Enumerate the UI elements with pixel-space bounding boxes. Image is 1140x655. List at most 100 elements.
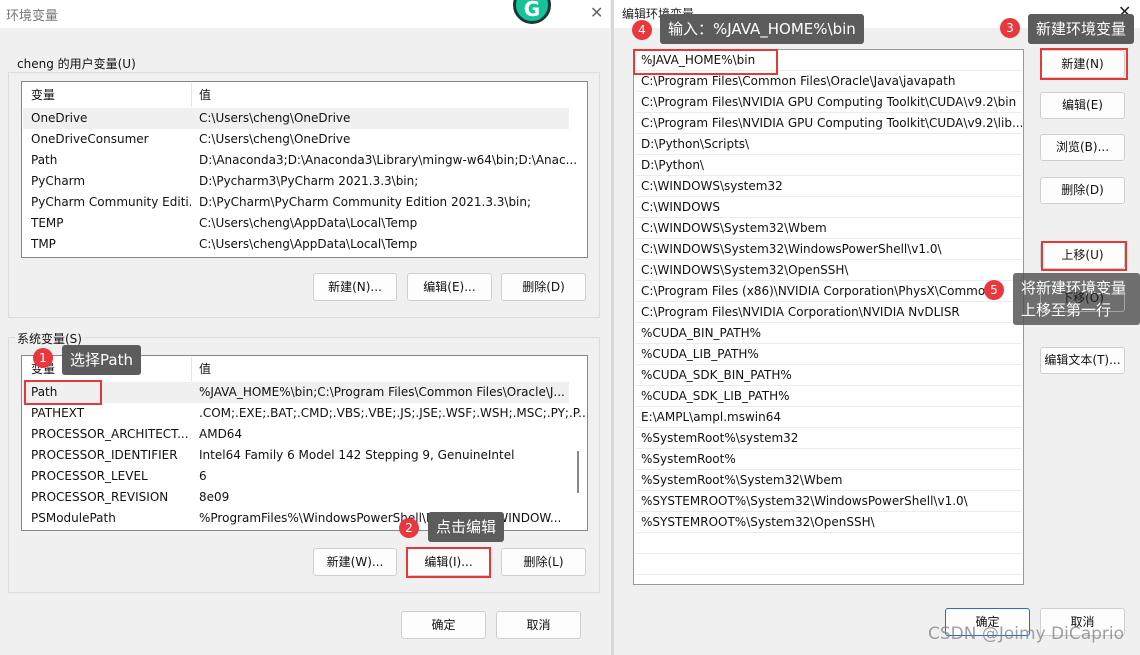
- window-title: 环境变量: [6, 9, 59, 24]
- variable-name: PROCESSOR_REVISION: [31, 490, 169, 504]
- path-list-item[interactable]: C:\WINDOWS\system32: [635, 176, 1022, 197]
- table-row[interactable]: OneDrive C:\Users\cheng\OneDrive: [23, 108, 569, 129]
- variable-name: PyCharm: [31, 174, 86, 188]
- table-row[interactable]: Path %JAVA_HOME%\bin;C:\Program Files\Com…: [23, 382, 569, 403]
- path-list-item[interactable]: C:\Program Files\Common Files\Oracle\Jav…: [635, 71, 1022, 92]
- system-edit-button[interactable]: 编辑(I)...: [407, 548, 490, 576]
- table-row[interactable]: PROCESSOR_IDENTIFIER Intel64 Family 6 Mod…: [23, 445, 569, 466]
- variable-name: PATHEXT: [31, 406, 85, 420]
- path-list-item[interactable]: %CUDA_LIB_PATH%: [635, 344, 1022, 365]
- user-new-button[interactable]: 新建(N)...: [313, 273, 397, 301]
- table-row[interactable]: PATHEXT .COM;.EXE;.BAT;.CMD;.VBS;.VBE;.JS…: [23, 403, 587, 424]
- path-list-item[interactable]: %CUDA_BIN_PATH%: [635, 323, 1022, 344]
- browse-button[interactable]: 浏览(B)...: [1040, 134, 1125, 161]
- delete-button[interactable]: 删除(D): [1040, 177, 1125, 204]
- move-up-button[interactable]: 上移(U): [1040, 242, 1125, 269]
- path-list[interactable]: %JAVA_HOME%\bin C:\Program Files\Common F…: [633, 49, 1024, 585]
- path-list-item[interactable]: [635, 533, 1022, 554]
- table-row[interactable]: OneDriveConsumer C:\Users\cheng\OneDrive: [23, 129, 569, 150]
- annotation-badge-3: 3: [1000, 18, 1020, 38]
- variable-value: D:\PyCharm\PyCharm Community Edition 202…: [199, 195, 532, 209]
- variable-value: AMD64: [199, 427, 243, 441]
- path-list-item[interactable]: C:\WINDOWS\System32\Wbem: [635, 218, 1022, 239]
- system-new-button[interactable]: 新建(W)...: [313, 548, 397, 576]
- move-down-button[interactable]: 下移(O): [1040, 285, 1125, 312]
- variable-value: Intel64 Family 6 Model 142 Stepping 9, G…: [199, 448, 515, 462]
- path-list-item[interactable]: D:\Python\Scripts\: [635, 134, 1022, 155]
- table-row[interactable]: PyCharm Community Editi... D:\PyCharm\PyC…: [23, 192, 569, 213]
- environment-variables-window: 环境变量 ✕ G cheng 的用户变量(U) 变量值 OneDrive C:\U…: [0, 0, 610, 655]
- variable-value: .COM;.EXE;.BAT;.CMD;.VBS;.VBE;.JS;.JSE;.…: [199, 406, 588, 420]
- new-button[interactable]: 新建(N): [1040, 50, 1125, 78]
- path-list-item[interactable]: %SystemRoot%: [635, 449, 1022, 470]
- variable-name: PROCESSOR_IDENTIFIER: [31, 448, 178, 462]
- path-list-item[interactable]: C:\Program Files\NVIDIA Corporation\NVID…: [635, 302, 1022, 323]
- path-list-item[interactable]: C:\WINDOWS\System32\WindowsPowerShell\v1…: [635, 239, 1022, 260]
- variable-name: TEMP: [31, 216, 64, 230]
- path-list-item[interactable]: C:\Program Files\NVIDIA GPU Computing To…: [635, 113, 1022, 134]
- annotation-badge-5: 5: [984, 280, 1004, 300]
- cancel-button[interactable]: 取消: [496, 611, 581, 639]
- column-header-value[interactable]: 值: [199, 357, 211, 381]
- path-list-item[interactable]: %CUDA_SDK_BIN_PATH%: [635, 365, 1022, 386]
- path-list-item[interactable]: C:\Program Files (x86)\NVIDIA Corporatio…: [635, 281, 1022, 302]
- annotation-tooltip-1: 选择Path: [62, 345, 141, 375]
- path-list-item[interactable]: C:\WINDOWS\System32\OpenSSH\: [635, 260, 1022, 281]
- table-row[interactable]: PROCESSOR_ARCHITECT... AMD64: [23, 424, 569, 445]
- column-header-value[interactable]: 值: [199, 83, 211, 107]
- user-variables-label: cheng 的用户变量(U): [15, 55, 138, 72]
- annotation-tooltip-4: 输入：%JAVA_HOME%\bin: [660, 14, 864, 44]
- table-row[interactable]: PyCharm D:\Pycharm3\PyCharm 2021.3.3\bin;: [23, 171, 569, 192]
- variable-value: D:\Pycharm3\PyCharm 2021.3.3\bin;: [199, 174, 419, 188]
- user-variables-list[interactable]: 变量值 OneDrive C:\Users\cheng\OneDrive OneDr…: [21, 81, 588, 258]
- scrollbar-thumb[interactable]: [577, 451, 579, 493]
- variable-name: PSModulePath: [31, 511, 116, 525]
- close-icon[interactable]: ✕: [590, 3, 603, 22]
- path-list-item[interactable]: C:\Program Files\NVIDIA GPU Computing To…: [635, 92, 1022, 113]
- table-row[interactable]: Path D:\Anaconda3;D:\Anaconda3\Library\mi…: [23, 150, 577, 171]
- path-list-item[interactable]: %SystemRoot%\system32: [635, 428, 1022, 449]
- annotation-badge-4: 4: [632, 20, 652, 40]
- variable-value: 8e09: [199, 490, 230, 504]
- edit-environment-variable-window: 编辑环境变量 ✕ %JAVA_HOME%\bin C:\Program Files…: [614, 0, 1140, 655]
- system-delete-button[interactable]: 删除(L): [501, 548, 586, 576]
- variable-value: %ProgramFiles%\WindowsPowerShell\Modules…: [199, 511, 562, 525]
- annotation-tooltip-2: 点击编辑: [428, 512, 505, 542]
- path-list-item[interactable]: D:\Python\: [635, 155, 1022, 176]
- path-list-item[interactable]: %JAVA_HOME%\bin: [635, 50, 1022, 71]
- table-row[interactable]: PROCESSOR_LEVEL 6: [23, 466, 569, 487]
- path-list-item[interactable]: [635, 554, 1022, 575]
- variable-value: D:\Anaconda3;D:\Anaconda3\Library\mingw-…: [199, 153, 578, 167]
- path-list-item[interactable]: %SYSTEMROOT%\System32\OpenSSH\: [635, 512, 1022, 533]
- variable-name: OneDriveConsumer: [31, 132, 149, 146]
- path-list-item[interactable]: %CUDA_SDK_LIB_PATH%: [635, 386, 1022, 407]
- variable-name: OneDrive: [31, 111, 88, 125]
- user-delete-button[interactable]: 删除(D): [501, 273, 586, 301]
- variable-name: TMP: [31, 237, 56, 251]
- variable-value: %JAVA_HOME%\bin;C:\Program Files\Common …: [199, 385, 565, 399]
- variable-value: C:\Users\cheng\AppData\Local\Temp: [199, 237, 418, 251]
- ok-button[interactable]: 确定: [401, 611, 486, 639]
- path-list-item[interactable]: %SYSTEMROOT%\System32\WindowsPowerShell\…: [635, 491, 1022, 512]
- column-header-variable[interactable]: 变量: [31, 83, 191, 107]
- table-row[interactable]: PROCESSOR_REVISION 8e09: [23, 487, 569, 508]
- variable-value: 6: [199, 469, 207, 483]
- variable-name: PROCESSOR_LEVEL: [31, 469, 148, 483]
- path-list-item[interactable]: [635, 575, 1022, 584]
- path-list-item[interactable]: E:\AMPL\ampl.mswin64: [635, 407, 1022, 428]
- path-list-item[interactable]: C:\WINDOWS: [635, 197, 1022, 218]
- system-variables-list[interactable]: 变量值 Path %JAVA_HOME%\bin;C:\Program Files…: [21, 355, 588, 531]
- edit-button[interactable]: 编辑(E): [1040, 92, 1125, 119]
- path-list-item[interactable]: %SystemRoot%\System32\Wbem: [635, 470, 1022, 491]
- variable-name: Path: [31, 153, 58, 167]
- table-row[interactable]: TEMP C:\Users\cheng\AppData\Local\Temp: [23, 213, 569, 234]
- variable-value: C:\Users\cheng\AppData\Local\Temp: [199, 216, 418, 230]
- variable-value: C:\Users\cheng\OneDrive: [199, 111, 351, 125]
- list-header: 变量值: [23, 83, 569, 107]
- table-row[interactable]: TMP C:\Users\cheng\AppData\Local\Temp: [23, 234, 569, 255]
- variable-name: Path: [31, 385, 58, 399]
- user-edit-button[interactable]: 编辑(E)...: [407, 273, 492, 301]
- variable-name: PROCESSOR_ARCHITECT...: [31, 427, 189, 441]
- edit-text-button[interactable]: 编辑文本(T)...: [1040, 347, 1125, 374]
- watermark: CSDN @Joimy DiCaprio: [928, 624, 1125, 644]
